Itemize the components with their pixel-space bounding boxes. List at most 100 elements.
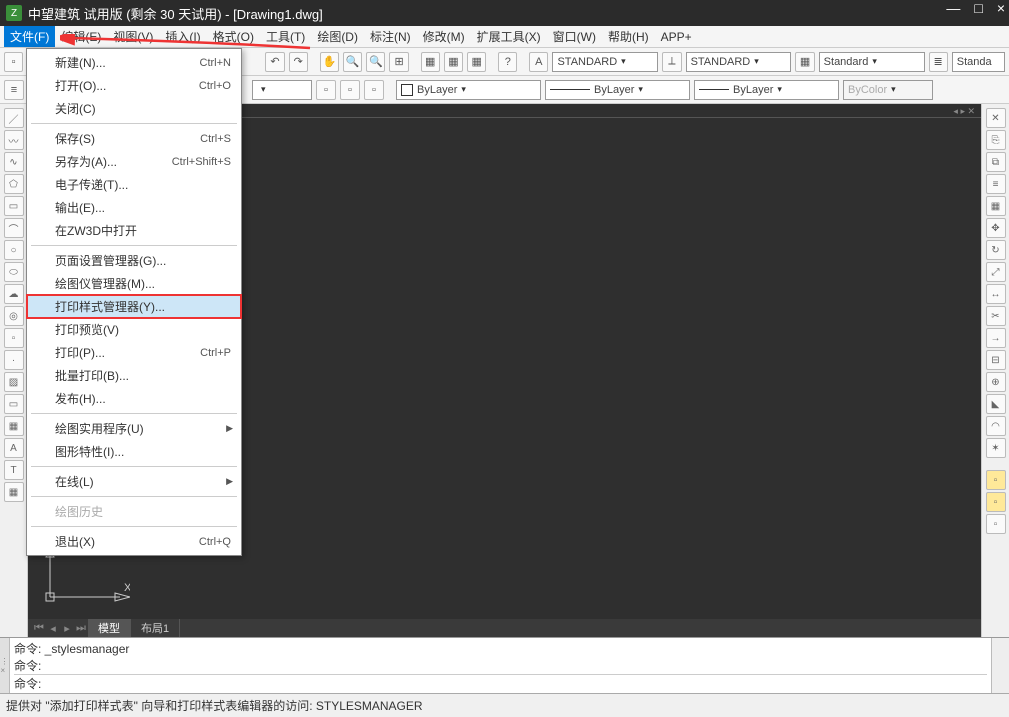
layer-icon[interactable]: ≡ [4, 80, 24, 100]
mline-style-icon[interactable]: ≣ [929, 52, 948, 72]
cmd-handle-icon[interactable]: ⋮× [0, 638, 10, 693]
mod-copy-icon[interactable]: ⎘ [986, 130, 1006, 150]
mod-explode-icon[interactable]: ✶ [986, 438, 1006, 458]
draw-line-icon[interactable]: ／ [4, 108, 24, 128]
menu-help[interactable]: 帮助(H) [602, 26, 655, 47]
layer-btn1-icon[interactable]: ▫ [316, 80, 336, 100]
tool-new-icon[interactable]: ▫ [4, 52, 23, 72]
table-style-icon[interactable]: ▦ [795, 52, 814, 72]
menu-tools[interactable]: 工具(T) [260, 26, 311, 47]
tool-table2-icon[interactable]: ▦ [444, 52, 463, 72]
plotstyle-combo[interactable]: ByColor▾ [843, 80, 933, 100]
lineweight-combo[interactable]: ByLayer▾ [694, 80, 839, 100]
draw-rect-icon[interactable]: ▭ [4, 196, 24, 216]
mod-erase-icon[interactable]: ✕ [986, 108, 1006, 128]
menuitem-U[interactable]: 绘图实用程序(U)▶ [27, 417, 241, 440]
menuitem-M[interactable]: 绘图仪管理器(M)... [27, 272, 241, 295]
menuitem-I[interactable]: 图形特性(I)... [27, 440, 241, 463]
menu-app[interactable]: APP+ [655, 28, 698, 46]
mod-extend-icon[interactable]: → [986, 328, 1006, 348]
menuitem-Y[interactable]: 打印样式管理器(Y)... [27, 295, 241, 318]
mod-array-icon[interactable]: ▦ [986, 196, 1006, 216]
menuitem-T[interactable]: 电子传递(T)... [27, 173, 241, 196]
draw-polygon-icon[interactable]: ⬠ [4, 174, 24, 194]
mline-style-combo[interactable]: Standa [952, 52, 1005, 72]
linetype-combo[interactable]: ByLayer▾ [545, 80, 690, 100]
draw-table-icon[interactable]: ▦ [4, 416, 24, 436]
menuitem-N[interactable]: 新建(N)...Ctrl+N [27, 51, 241, 74]
menu-ext[interactable]: 扩展工具(X) [471, 26, 547, 47]
draw-text-icon[interactable]: A [4, 438, 24, 458]
draw-revcloud-icon[interactable]: ☁ [4, 284, 24, 304]
mod-offset-icon[interactable]: ≡ [986, 174, 1006, 194]
close-button[interactable]: × [997, 0, 1005, 16]
menu-edit[interactable]: 编辑(E) [55, 26, 107, 47]
color-combo[interactable]: ByLayer▾ [396, 80, 541, 100]
draw-region-icon[interactable]: ▭ [4, 394, 24, 414]
mod-join-icon[interactable]: ⊕ [986, 372, 1006, 392]
layer-btn3-icon[interactable]: ▫ [364, 80, 384, 100]
mod-scale-icon[interactable]: ⤢ [986, 262, 1006, 282]
menu-file[interactable]: 文件(F) [4, 26, 55, 47]
dim-style-icon[interactable]: ⟂ [662, 52, 681, 72]
tool-table-icon[interactable]: ▦ [421, 52, 440, 72]
table-style-combo[interactable]: Standard▾ [819, 52, 925, 72]
layer-btn2-icon[interactable]: ▫ [340, 80, 360, 100]
mod-mirror-icon[interactable]: ⧉ [986, 152, 1006, 172]
tool-help-icon[interactable]: ? [498, 52, 517, 72]
menuitem-C[interactable]: 关闭(C) [27, 97, 241, 120]
draw-block-icon[interactable]: ▫ [4, 328, 24, 348]
cmd-scrollbar[interactable] [991, 638, 1009, 693]
tool-prop-icon[interactable]: ▦ [467, 52, 486, 72]
menu-window[interactable]: 窗口(W) [547, 26, 602, 47]
tab-model[interactable]: 模型 [88, 619, 131, 637]
tool-zoom2-icon[interactable]: 🔍 [366, 52, 385, 72]
menuitem-O[interactable]: 打开(O)...Ctrl+O [27, 74, 241, 97]
text-style-combo[interactable]: STANDARD▾ [552, 52, 658, 72]
tool-undo-icon[interactable]: ↶ [265, 52, 284, 72]
menuitem-B[interactable]: 批量打印(B)... [27, 364, 241, 387]
mod-rotate-icon[interactable]: ↻ [986, 240, 1006, 260]
tab-nav-prev-icon[interactable]: ◂ [46, 622, 60, 635]
draw-circle-icon[interactable]: ○ [4, 240, 24, 260]
menu-dim[interactable]: 标注(N) [364, 26, 417, 47]
mod-trim-icon[interactable]: ✂ [986, 306, 1006, 326]
menuitem-V[interactable]: 打印预览(V) [27, 318, 241, 341]
canvas-nav-dots[interactable]: ◂ ▸ ✕ [953, 106, 975, 117]
draw-point-icon[interactable]: · [4, 350, 24, 370]
menuitem-E[interactable]: 输出(E)... [27, 196, 241, 219]
maximize-button[interactable]: □ [974, 0, 982, 16]
palette3-icon[interactable]: ▫ [986, 514, 1006, 534]
menuitem-G[interactable]: 页面设置管理器(G)... [27, 249, 241, 272]
menuitem-ZW3D[interactable]: 在ZW3D中打开 [27, 219, 241, 242]
draw-ellipse-icon[interactable]: ⬭ [4, 262, 24, 282]
tool-pan-icon[interactable]: ✋ [320, 52, 339, 72]
menuitem-P[interactable]: 打印(P)...Ctrl+P [27, 341, 241, 364]
palette2-icon[interactable]: ▫ [986, 492, 1006, 512]
menuitem-X[interactable]: 退出(X)Ctrl+Q [27, 530, 241, 553]
menuitem-S[interactable]: 保存(S)Ctrl+S [27, 127, 241, 150]
draw-pline-icon[interactable]: 〰 [4, 130, 24, 150]
tab-layout1[interactable]: 布局1 [131, 619, 180, 637]
draw-arc-icon[interactable]: ⌒ [4, 218, 24, 238]
mod-break-icon[interactable]: ⊟ [986, 350, 1006, 370]
minimize-button[interactable]: — [946, 0, 960, 16]
menu-draw[interactable]: 绘图(D) [311, 26, 364, 47]
menuitem-L[interactable]: 在线(L)▶ [27, 470, 241, 493]
draw-donut-icon[interactable]: ◎ [4, 306, 24, 326]
menuitem-A[interactable]: 另存为(A)...Ctrl+Shift+S [27, 150, 241, 173]
tab-nav-last-icon[interactable]: ⏭ [74, 622, 88, 635]
menu-format[interactable]: 格式(O) [207, 26, 260, 47]
menu-modify[interactable]: 修改(M) [417, 26, 471, 47]
mod-fillet-icon[interactable]: ◠ [986, 416, 1006, 436]
dim-style-combo[interactable]: STANDARD▾ [686, 52, 792, 72]
draw-grid-icon[interactable]: ▦ [4, 482, 24, 502]
command-input[interactable] [45, 677, 987, 691]
menuitem-H[interactable]: 发布(H)... [27, 387, 241, 410]
layer-combo[interactable]: ▾ [252, 80, 312, 100]
draw-mtext-icon[interactable]: T [4, 460, 24, 480]
mod-chamfer-icon[interactable]: ◣ [986, 394, 1006, 414]
menu-insert[interactable]: 插入(I) [159, 26, 206, 47]
tool-zoom-icon[interactable]: 🔍 [343, 52, 362, 72]
draw-hatch-icon[interactable]: ▨ [4, 372, 24, 392]
